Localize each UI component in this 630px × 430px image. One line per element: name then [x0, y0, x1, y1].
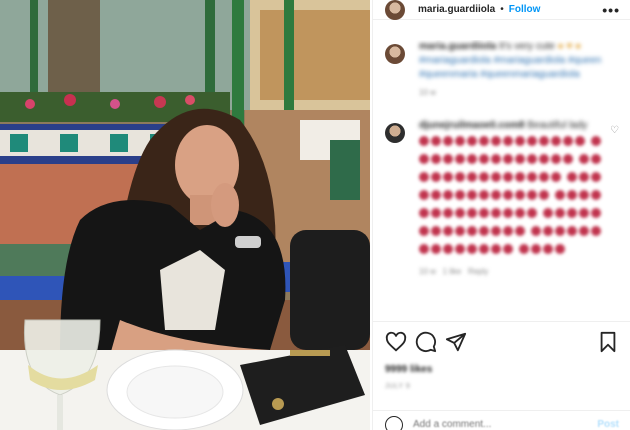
comment-meta: 10 w 1 like Reply	[419, 267, 609, 276]
comment-icon[interactable]	[415, 331, 437, 353]
comment-username[interactable]: djunejruilmaoe0.com8	[419, 120, 525, 131]
post-header: maria.guardiiola • Follow •••	[373, 0, 630, 20]
share-icon[interactable]	[445, 331, 467, 353]
post-side-panel: maria.guardiiola • Follow ••• maria.guar…	[372, 0, 630, 430]
heart-icon[interactable]	[385, 331, 407, 353]
follow-button[interactable]: Follow	[509, 4, 541, 15]
author-avatar[interactable]	[385, 0, 405, 20]
post-comment-button[interactable]: Post	[597, 419, 619, 430]
comment-body: Beautiful lady	[527, 120, 588, 131]
comment-like-icon[interactable]: ♡	[610, 125, 619, 136]
commenter-avatar[interactable]	[385, 123, 405, 143]
more-icon[interactable]: •••	[602, 3, 620, 17]
comment-reply-button[interactable]: Reply	[468, 267, 488, 276]
post-photo	[0, 0, 370, 430]
photo-illustration	[0, 0, 370, 430]
post-date: JULY 9	[385, 383, 411, 390]
add-comment-input[interactable]	[413, 419, 583, 430]
comments-list[interactable]: maria.guardiiola It's very cute ● ♥ ● #m…	[373, 40, 630, 320]
caption-row: maria.guardiiola It's very cute ● ♥ ● #m…	[385, 40, 619, 97]
bookmark-icon[interactable]	[597, 331, 619, 353]
comment-text: djunejruilmaoe0.com8 Beautiful lady	[419, 119, 609, 133]
likes-count[interactable]: 9999 likes	[385, 364, 619, 375]
add-comment-bar: Post	[373, 410, 630, 430]
caption-time: 10 w	[419, 88, 436, 97]
caption-hashtags[interactable]: #mariaguardiola #mariaguardiola #queen #…	[419, 55, 601, 80]
caption-avatar[interactable]	[385, 44, 405, 64]
post-actions: 9999 likes JULY 9	[373, 321, 630, 390]
comment-row: djunejruilmaoe0.com8 Beautiful lady 10 w…	[385, 119, 619, 276]
comment-emoji-hearts	[419, 135, 609, 261]
smile-icon[interactable]	[385, 415, 403, 430]
header-separator: •	[500, 4, 504, 15]
caption-text: maria.guardiiola It's very cute ● ♥ ● #m…	[419, 40, 619, 82]
comment-likes[interactable]: 1 like	[443, 267, 462, 276]
caption-emoji: ● ♥ ●	[557, 41, 582, 52]
caption-body: It's very cute	[499, 41, 555, 52]
author-username[interactable]: maria.guardiiola	[418, 4, 495, 15]
caption-username[interactable]: maria.guardiiola	[419, 41, 496, 52]
comment-time: 10 w	[419, 267, 436, 276]
